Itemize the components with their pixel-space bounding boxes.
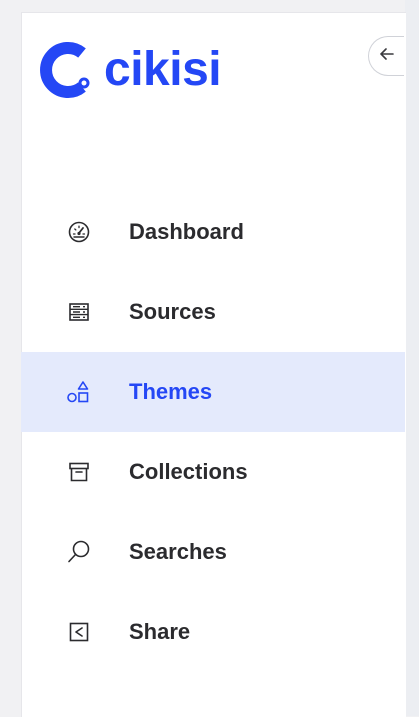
- sidebar-item-label: Share: [129, 619, 191, 644]
- sidebar-item-sources[interactable]: Sources: [21, 272, 405, 352]
- arrow-left-icon: [378, 45, 396, 68]
- app-frame: cikisi Dashboard Sources Themes Collecti…: [0, 0, 419, 717]
- cikisi-logo-icon: [38, 41, 96, 99]
- search-icon: [65, 538, 93, 566]
- sidebar-item-label: Searches: [129, 539, 227, 564]
- shapes-icon: [65, 378, 93, 406]
- sidebar-item-collections[interactable]: Collections: [21, 432, 405, 512]
- sidebar-item-label: Themes: [129, 379, 213, 404]
- archive-icon: [65, 458, 93, 486]
- server-icon: [65, 298, 93, 326]
- main-content-edge: [405, 0, 419, 716]
- sidebar-item-searches[interactable]: Searches: [21, 512, 405, 592]
- share-icon: [65, 618, 93, 646]
- sidebar-item-label: Sources: [129, 299, 216, 324]
- sidebar-item-themes[interactable]: Themes: [21, 352, 405, 432]
- sidebar-item-label: Collections: [129, 459, 248, 484]
- brand-name: cikisi: [104, 43, 222, 96]
- brand-logo[interactable]: cikisi: [38, 30, 222, 110]
- sidebar-item-label: Dashboard: [129, 219, 244, 244]
- collapse-sidebar-button[interactable]: [368, 36, 404, 76]
- sidebar-item-share[interactable]: Share: [21, 592, 405, 672]
- gauge-icon: [65, 218, 93, 246]
- sidebar-nav: Dashboard Sources Themes Collections Sea…: [21, 192, 405, 672]
- sidebar-item-dashboard[interactable]: Dashboard: [21, 192, 405, 272]
